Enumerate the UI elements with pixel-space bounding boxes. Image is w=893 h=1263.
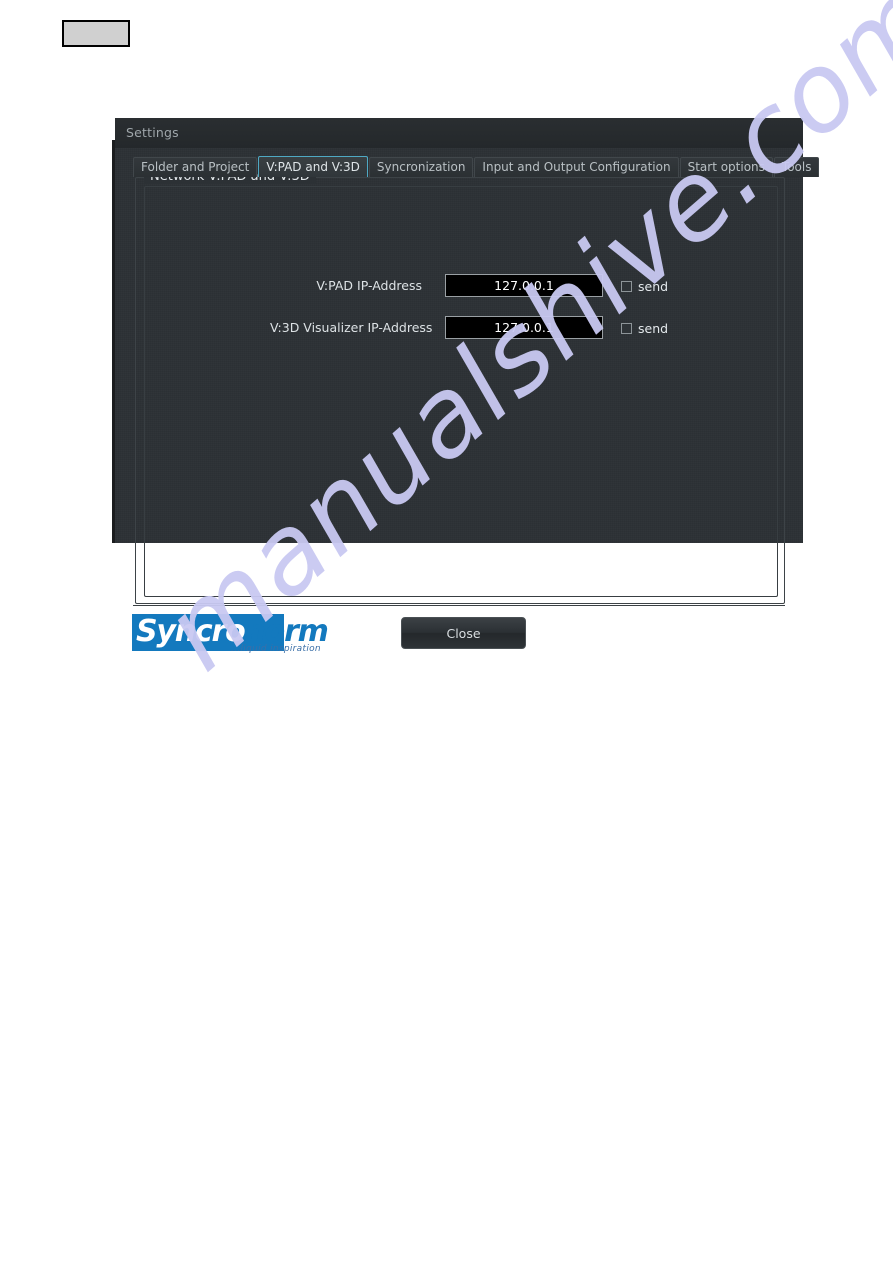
vpad-ip-input[interactable]: [445, 273, 603, 297]
syncronorm-logo: Syncronorm ...liquid inspiration: [132, 613, 344, 655]
page-corner-placeholder-box: [62, 20, 130, 47]
vpad-ip-label: V:PAD IP-Address: [316, 277, 422, 293]
network-groupbox-inner-frame: [144, 186, 778, 597]
network-groupbox: Network V:PAD and V:3D: [135, 169, 785, 604]
dialog-footer: Syncronorm ...liquid inspiration Close: [115, 605, 803, 661]
dialog-title: Settings: [126, 125, 179, 140]
tab-start-options[interactable]: Start options: [679, 157, 773, 177]
tab-tools[interactable]: Tools: [773, 157, 820, 177]
vpad-send-toggle[interactable]: send: [621, 279, 668, 294]
logo-tagline: ...liquid inspiration: [231, 644, 321, 654]
v3d-send-toggle[interactable]: send: [621, 321, 668, 336]
v3d-send-label: send: [638, 321, 669, 336]
v3d-ip-label: V:3D Visualizer IP-Address: [270, 319, 433, 335]
v3d-ip-input[interactable]: [445, 315, 603, 339]
tab-vpad-and-v3d[interactable]: V:PAD and V:3D: [258, 156, 368, 177]
tab-folder-and-project[interactable]: Folder and Project: [133, 157, 258, 177]
tab-bar: Folder and Project V:PAD and V:3D Syncro…: [133, 156, 820, 177]
v3d-send-checkbox[interactable]: [621, 323, 632, 334]
close-button[interactable]: Close: [401, 617, 526, 649]
tab-input-and-output-configuration[interactable]: Input and Output Configuration: [474, 157, 679, 177]
v3d-ip-row: V:3D Visualizer IP-Address send: [270, 314, 668, 340]
settings-dialog: Settings Folder and Project V:PAD and V:…: [115, 118, 820, 654]
footer-separator: [133, 605, 785, 606]
vpad-ip-row: V:PAD IP-Address send: [270, 272, 668, 298]
vpad-send-label: send: [638, 279, 669, 294]
logo-wordmark-part1: Syncro: [136, 614, 246, 649]
dialog-titlebar: Settings: [115, 118, 803, 148]
vpad-send-checkbox[interactable]: [621, 281, 632, 292]
tab-syncronization[interactable]: Syncronization: [368, 157, 474, 177]
